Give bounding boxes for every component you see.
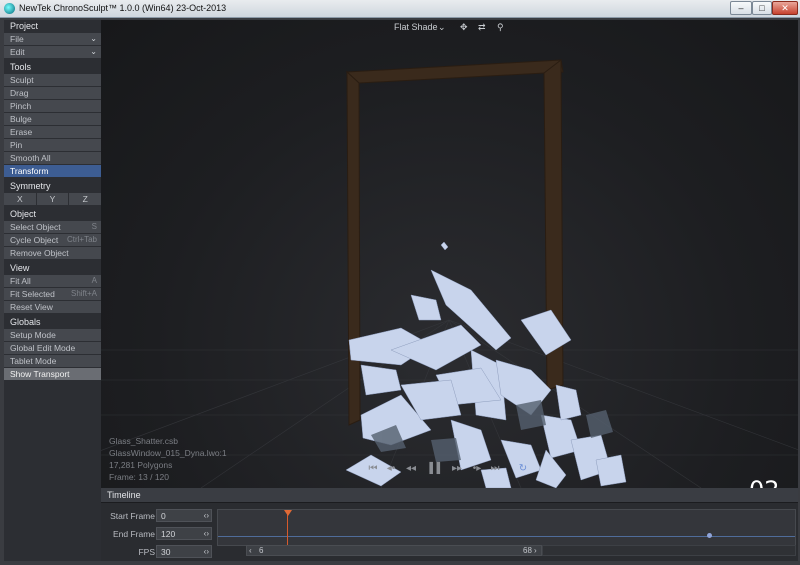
end-frame-field[interactable]: 120 ‹›: [156, 527, 212, 540]
select-object-button[interactable]: Select Object S: [4, 221, 101, 233]
window-titlebar: NewTek ChronoSculpt™ 1.0.0 (Win64) 23-Oc…: [0, 0, 800, 18]
pause-icon[interactable]: ▐▐: [425, 460, 441, 477]
reset-view-button[interactable]: Reset View: [4, 301, 101, 313]
range-end-value: 68: [523, 546, 532, 555]
section-symmetry-title: Symmetry: [4, 180, 101, 192]
scene-info: Glass_Shatter.csb GlassWindow_015_Dyna.l…: [109, 435, 227, 483]
keyframe-marker[interactable]: [707, 533, 712, 538]
play-forward-icon[interactable]: ▸▸: [449, 460, 465, 477]
cycle-object-label: Cycle Object: [10, 235, 59, 245]
timeline-range-bar[interactable]: ‹ 6 68 ›: [246, 545, 542, 556]
minimize-button[interactable]: –: [730, 1, 752, 15]
zoom-icon[interactable]: ⚲: [497, 22, 504, 33]
chevron-right-icon[interactable]: ›: [534, 546, 537, 555]
maximize-button[interactable]: □: [752, 1, 772, 15]
tool-smooth-all[interactable]: Smooth All: [4, 152, 101, 164]
tool-transform[interactable]: Transform: [4, 165, 101, 177]
end-frame-label: End Frame: [112, 529, 155, 539]
setup-mode-button[interactable]: Setup Mode: [4, 329, 101, 341]
stepper-icon[interactable]: ‹›: [204, 511, 209, 520]
3d-viewport[interactable]: Flat Shade ⌄ ✥ ⇄ ⚲ Glass_Shatter.csb Gla…: [101, 20, 798, 488]
shortcut-hint: S: [91, 222, 97, 231]
menu-file-label: File: [10, 34, 24, 44]
scene-render: [101, 58, 798, 488]
shortcut-hint: Shift+A: [70, 289, 97, 298]
chevron-down-icon: ⌄: [90, 47, 97, 56]
loop-icon[interactable]: ↻: [515, 460, 531, 477]
section-view-title: View: [4, 262, 101, 274]
fit-all-label: Fit All: [10, 276, 31, 286]
fit-all-button[interactable]: Fit All A: [4, 275, 101, 287]
symmetry-z-button[interactable]: Z: [69, 193, 102, 205]
chevron-down-icon: ⌄: [90, 34, 97, 43]
tool-pinch[interactable]: Pinch: [4, 100, 101, 112]
symmetry-axes: X Y Z: [4, 193, 102, 205]
range-start-value: 6: [259, 546, 264, 555]
tool-drag[interactable]: Drag: [4, 87, 101, 99]
step-forward-icon[interactable]: •▸: [469, 460, 485, 477]
move-icon[interactable]: ✥: [460, 22, 468, 33]
tool-pin[interactable]: Pin: [4, 139, 101, 151]
start-frame-value: 0: [161, 511, 166, 521]
select-object-label: Select Object: [10, 222, 61, 232]
polygon-count: 17,281 Polygons: [109, 460, 173, 470]
menu-file[interactable]: File ⌄: [4, 33, 101, 45]
transport-controls: ⏮ ◂• ◂◂ ▐▐ ▸▸ •▸ ⏭ ↻: [365, 460, 537, 477]
skip-to-end-icon[interactable]: ⏭: [487, 460, 503, 477]
tool-bulge[interactable]: Bulge: [4, 113, 101, 125]
section-tools-title: Tools: [4, 61, 101, 73]
scene-filename: Glass_Shatter.csb: [109, 436, 178, 446]
timeline-track[interactable]: [217, 509, 796, 546]
sidebar: Project File ⌄ Edit ⌄ Tools Sculpt Drag …: [4, 20, 102, 561]
remove-object-button[interactable]: Remove Object: [4, 247, 101, 259]
shortcut-hint: A: [91, 276, 97, 285]
playhead-handle[interactable]: [284, 510, 292, 516]
timeline-header: Timeline: [101, 488, 798, 503]
tool-sculpt[interactable]: Sculpt: [4, 74, 101, 86]
symmetry-y-button[interactable]: Y: [36, 193, 69, 205]
app-icon: [4, 3, 15, 14]
section-globals-title: Globals: [4, 316, 101, 328]
play-backward-icon[interactable]: ◂◂: [403, 460, 419, 477]
timeline-scrollbar[interactable]: [542, 545, 796, 556]
cycle-object-button[interactable]: Cycle Object Ctrl+Tab: [4, 234, 101, 246]
section-project-title: Project: [4, 20, 101, 32]
menu-edit-label: Edit: [10, 47, 25, 57]
fps-value: 30: [161, 547, 171, 557]
stepper-icon[interactable]: ‹›: [204, 547, 209, 556]
window-title: NewTek ChronoSculpt™ 1.0.0 (Win64) 23-Oc…: [19, 3, 227, 13]
chevron-left-icon[interactable]: ‹: [249, 546, 252, 555]
menu-edit[interactable]: Edit ⌄: [4, 46, 101, 58]
shade-mode-select[interactable]: Flat Shade: [394, 22, 438, 32]
start-frame-field[interactable]: 0 ‹›: [156, 509, 212, 522]
fit-selected-button[interactable]: Fit Selected Shift+A: [4, 288, 101, 300]
show-transport-toggle[interactable]: Show Transport: [4, 368, 101, 380]
tool-erase[interactable]: Erase: [4, 126, 101, 138]
fps-field[interactable]: 30 ‹›: [156, 545, 212, 558]
timeline-panel: Timeline Start Frame 0 ‹› End Frame 120 …: [101, 488, 798, 561]
symmetry-x-button[interactable]: X: [4, 193, 36, 205]
stepper-icon[interactable]: ‹›: [204, 529, 209, 538]
step-back-icon[interactable]: ◂•: [383, 460, 399, 477]
object-name: GlassWindow_015_Dyna.lwo:1: [109, 448, 227, 458]
frame-counter: Frame: 13 / 120: [109, 472, 170, 482]
fit-selected-label: Fit Selected: [10, 289, 55, 299]
rotate-icon[interactable]: ⇄: [478, 22, 486, 33]
watermark-number: 02: [749, 476, 780, 488]
chevron-down-icon[interactable]: ⌄: [438, 22, 446, 33]
shortcut-hint: Ctrl+Tab: [66, 235, 97, 244]
end-frame-value: 120: [161, 529, 176, 539]
skip-to-start-icon[interactable]: ⏮: [365, 460, 381, 477]
section-object-title: Object: [4, 208, 101, 220]
timeline-title: Timeline: [107, 490, 141, 500]
tablet-mode-button[interactable]: Tablet Mode: [4, 355, 101, 367]
glass-shards: [345, 241, 627, 488]
close-button[interactable]: ✕: [772, 1, 798, 15]
start-frame-label: Start Frame: [110, 511, 155, 521]
fps-label: FPS: [138, 547, 155, 557]
global-edit-mode-button[interactable]: Global Edit Mode: [4, 342, 101, 354]
